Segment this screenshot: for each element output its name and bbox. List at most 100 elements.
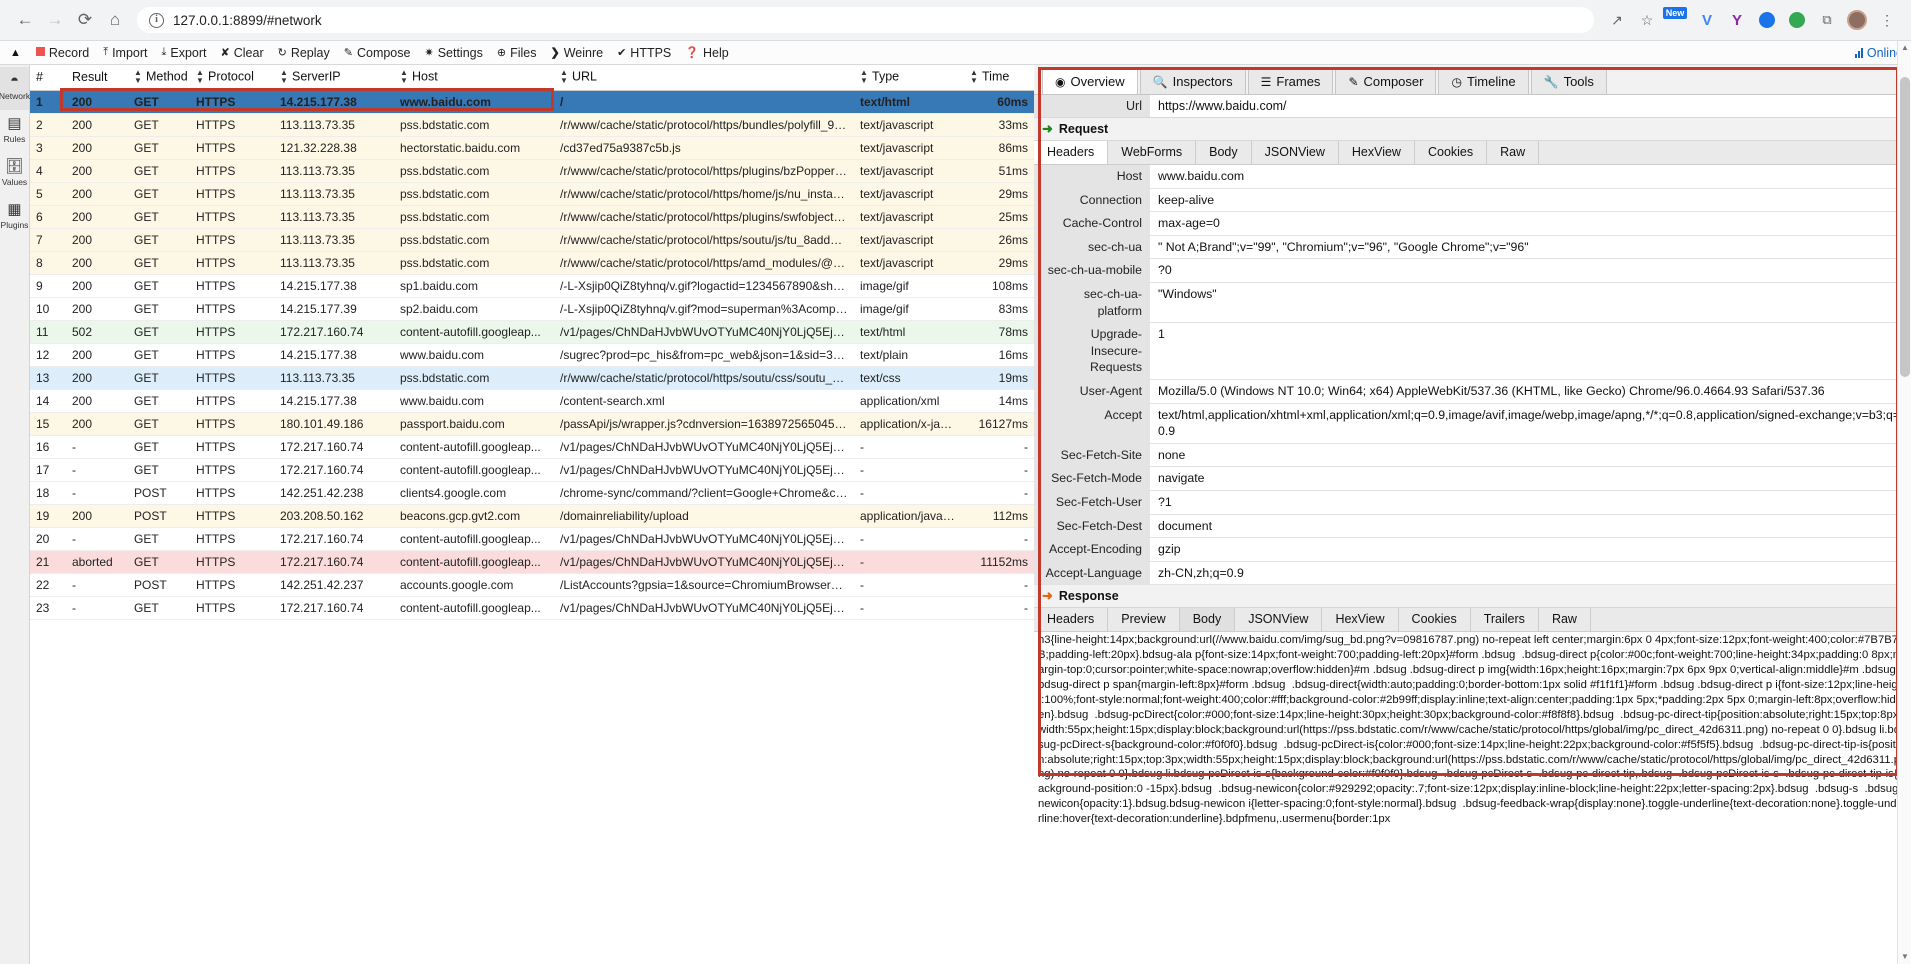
extension-v-icon[interactable]: V [1693, 6, 1721, 34]
sidebar-item-network[interactable]: ◓ Network [0, 67, 30, 111]
request-header-value[interactable]: ?1 [1150, 491, 1911, 514]
toolbar-export-button[interactable]: ⤓ Export [155, 42, 214, 64]
response-subtab-preview[interactable]: Preview [1108, 608, 1180, 632]
table-row[interactable]: 22- POST HTTPS 142.251.42.237 accounts.googl… [30, 573, 1034, 597]
new-extension-badge[interactable]: New [1662, 6, 1691, 34]
response-section-header[interactable]: ➜ Response [1034, 585, 1911, 609]
sort-icon[interactable]: ▲ ▼ [280, 69, 288, 85]
column-header-method[interactable]: ▲ ▼ Method [128, 65, 190, 91]
column-header-result[interactable]: Result [66, 65, 128, 91]
extension-blue-dot-icon[interactable] [1753, 6, 1781, 34]
table-row[interactable]: 19 200 POST HTTPS 203.208.50.162 beacons.gcp.… [30, 504, 1034, 528]
request-header-value[interactable]: navigate [1150, 467, 1911, 490]
table-row[interactable]: 14 200 GET HTTPS 14.215.177.38 www.baidu.com /… [30, 389, 1034, 413]
sort-icon[interactable]: ▲ ▼ [134, 69, 142, 85]
request-header-value[interactable]: keep-alive [1150, 189, 1911, 212]
request-headers-list[interactable]: Host www.baidu.com Connection keep-alive Cac… [1034, 165, 1911, 586]
table-row[interactable]: 11 502 GET HTTPS 172.217.160.74 content-autof… [30, 320, 1034, 344]
toolbar-weinre-button[interactable]: ❯ Weinre [543, 42, 610, 64]
request-header-value[interactable]: Mozilla/5.0 (Windows NT 10.0; Win64; x64… [1150, 380, 1911, 403]
column-header-protocol[interactable]: ▲ ▼ Protocol [190, 65, 274, 91]
sort-icon[interactable]: ▲ ▼ [860, 69, 868, 85]
toolbar-clear-button[interactable]: ✘ Clear [214, 42, 271, 64]
response-subtab-trailers[interactable]: Trailers [1471, 608, 1539, 632]
table-row[interactable]: 12 200 GET HTTPS 14.215.177.38 www.baidu.com /… [30, 343, 1034, 367]
sort-icon[interactable]: ▲ ▼ [560, 69, 568, 85]
toolbar-files-button[interactable]: ⊕ Files [490, 42, 544, 64]
collapse-caret-icon[interactable]: ▲ [4, 47, 29, 59]
sidebar-item-rules[interactable]: ▤ Rules [0, 110, 29, 153]
request-subtab-jsonview[interactable]: JSONView [1252, 141, 1339, 164]
back-icon[interactable]: ← [10, 5, 40, 35]
response-subtab-jsonview[interactable]: JSONView [1235, 608, 1323, 632]
sort-icon[interactable]: ▲ ▼ [970, 69, 978, 85]
table-row[interactable]: 1 200 GET HTTPS 14.215.177.38 www.baidu.com / t… [30, 90, 1034, 114]
request-header-value[interactable]: ?0 [1150, 259, 1911, 282]
reload-icon[interactable]: ⟳ [70, 5, 100, 35]
toolbar-record-button[interactable]: Record [29, 42, 96, 64]
page-scrollbar-thumb[interactable] [1900, 77, 1910, 377]
table-row[interactable]: 8 200 GET HTTPS 113.113.73.35 pss.bdstatic.co… [30, 251, 1034, 275]
address-bar[interactable]: i 127.0.0.1:8899/#network [136, 6, 1595, 34]
sort-icon[interactable]: ▲ ▼ [196, 69, 204, 85]
table-row[interactable]: 18- POST HTTPS 142.251.42.238 clients4.googl… [30, 481, 1034, 505]
table-row[interactable]: 3 200 GET HTTPS 121.32.228.38 hectorstatic.ba… [30, 136, 1034, 160]
request-header-value[interactable]: max-age=0 [1150, 212, 1911, 235]
forward-icon[interactable]: → [40, 5, 70, 35]
share-icon[interactable]: ↗ [1603, 6, 1631, 34]
inspector-url-value[interactable]: https://www.baidu.com/ [1150, 95, 1911, 117]
tab-inspectors[interactable]: 🔍 Inspectors [1139, 69, 1246, 94]
column-header-num[interactable]: # [30, 65, 66, 91]
request-header-value[interactable]: 1 [1150, 323, 1911, 379]
toolbar-compose-button[interactable]: ✎ Compose [337, 42, 418, 64]
page-scrollbar[interactable]: ▲ ▼ [1897, 41, 1911, 964]
request-subtab-raw[interactable]: Raw [1487, 141, 1540, 164]
response-subtab-cookies[interactable]: Cookies [1399, 608, 1471, 632]
tab-frames[interactable]: ☰ Frames [1247, 69, 1334, 94]
request-subtab-body[interactable]: Body [1196, 141, 1252, 164]
response-subtab-body[interactable]: Body [1179, 608, 1236, 632]
table-row[interactable]: 10 200 GET HTTPS 14.215.177.39 sp2.baidu.com /… [30, 297, 1034, 321]
table-row[interactable]: 23- GET HTTPS 172.217.160.74 content-autofil… [30, 596, 1034, 620]
table-row[interactable]: 21 aborted GET HTTPS 172.217.160.74 content-a… [30, 550, 1034, 574]
table-row[interactable]: 17- GET HTTPS 172.217.160.74 content-autofil… [30, 458, 1034, 482]
table-row[interactable]: 5 200 GET HTTPS 113.113.73.35 pss.bdstatic.co… [30, 182, 1034, 206]
home-icon[interactable]: ⌂ [100, 5, 130, 35]
request-subtab-headers[interactable]: Headers [1034, 141, 1109, 164]
request-header-value[interactable]: "Windows" [1150, 283, 1911, 322]
bookmark-star-icon[interactable]: ☆ [1633, 6, 1661, 34]
scroll-up-arrow-icon[interactable]: ▲ [1898, 41, 1911, 55]
table-row[interactable]: 7 200 GET HTTPS 113.113.73.35 pss.bdstatic.co… [30, 228, 1034, 252]
response-subtab-hexview[interactable]: HexView [1322, 608, 1399, 632]
request-subtab-hexview[interactable]: HexView [1339, 141, 1415, 164]
request-header-value[interactable]: gzip [1150, 538, 1911, 561]
online-status[interactable]: Online [1854, 46, 1903, 60]
toolbar-import-button[interactable]: ⤒ Import [96, 42, 154, 64]
sidebar-item-plugins[interactable]: ▦ Plugins [0, 196, 29, 239]
table-row[interactable]: 2 200 GET HTTPS 113.113.73.35 pss.bdstatic.co… [30, 113, 1034, 137]
sidebar-item-values[interactable]: 🗄 Values [0, 153, 29, 196]
network-grid-pane[interactable]: # Result ▲ ▼ Method ▲ ▼ Protocol ▲ ▼ ServerIP … [30, 65, 1034, 964]
toolbar-help-button[interactable]: ❓ Help [678, 42, 735, 64]
site-info-icon[interactable]: i [149, 12, 164, 28]
column-header-type[interactable]: ▲ ▼ Type [854, 65, 964, 91]
table-row[interactable]: 9 200 GET HTTPS 14.215.177.38 sp1.baidu.com/-… [30, 274, 1034, 298]
table-row[interactable]: 16- GET HTTPS 172.217.160.74 content-autofil… [30, 435, 1034, 459]
request-subtab-cookies[interactable]: Cookies [1415, 141, 1488, 164]
sort-icon[interactable]: ▲ ▼ [400, 69, 408, 85]
tab-timeline[interactable]: ◷ Timeline [1438, 69, 1529, 94]
column-header-host[interactable]: ▲ ▼ Host [394, 65, 554, 91]
extensions-puzzle-icon[interactable]: ⧉ [1813, 6, 1841, 34]
request-header-value[interactable]: www.baidu.com [1150, 165, 1911, 188]
request-header-value[interactable]: text/html,application/xhtml+xml,applicat… [1150, 404, 1911, 443]
response-subtab-headers[interactable]: Headers [1034, 608, 1109, 632]
profile-avatar[interactable] [1843, 6, 1871, 34]
table-row[interactable]: 20- GET HTTPS 172.217.160.74 content-autofil… [30, 527, 1034, 551]
tab-tools[interactable]: 🔧 Tools [1530, 69, 1607, 94]
request-header-value[interactable]: zh-CN,zh;q=0.9 [1150, 562, 1911, 585]
request-subtab-webforms[interactable]: WebForms [1108, 141, 1197, 164]
tab-composer[interactable]: ✎ Composer [1335, 69, 1437, 94]
column-header-serverip[interactable]: ▲ ▼ ServerIP [274, 65, 394, 91]
extension-green-dot-icon[interactable] [1783, 6, 1811, 34]
response-body-content[interactable]: h3{line-height:14px;background:url(//www… [1034, 632, 1911, 964]
